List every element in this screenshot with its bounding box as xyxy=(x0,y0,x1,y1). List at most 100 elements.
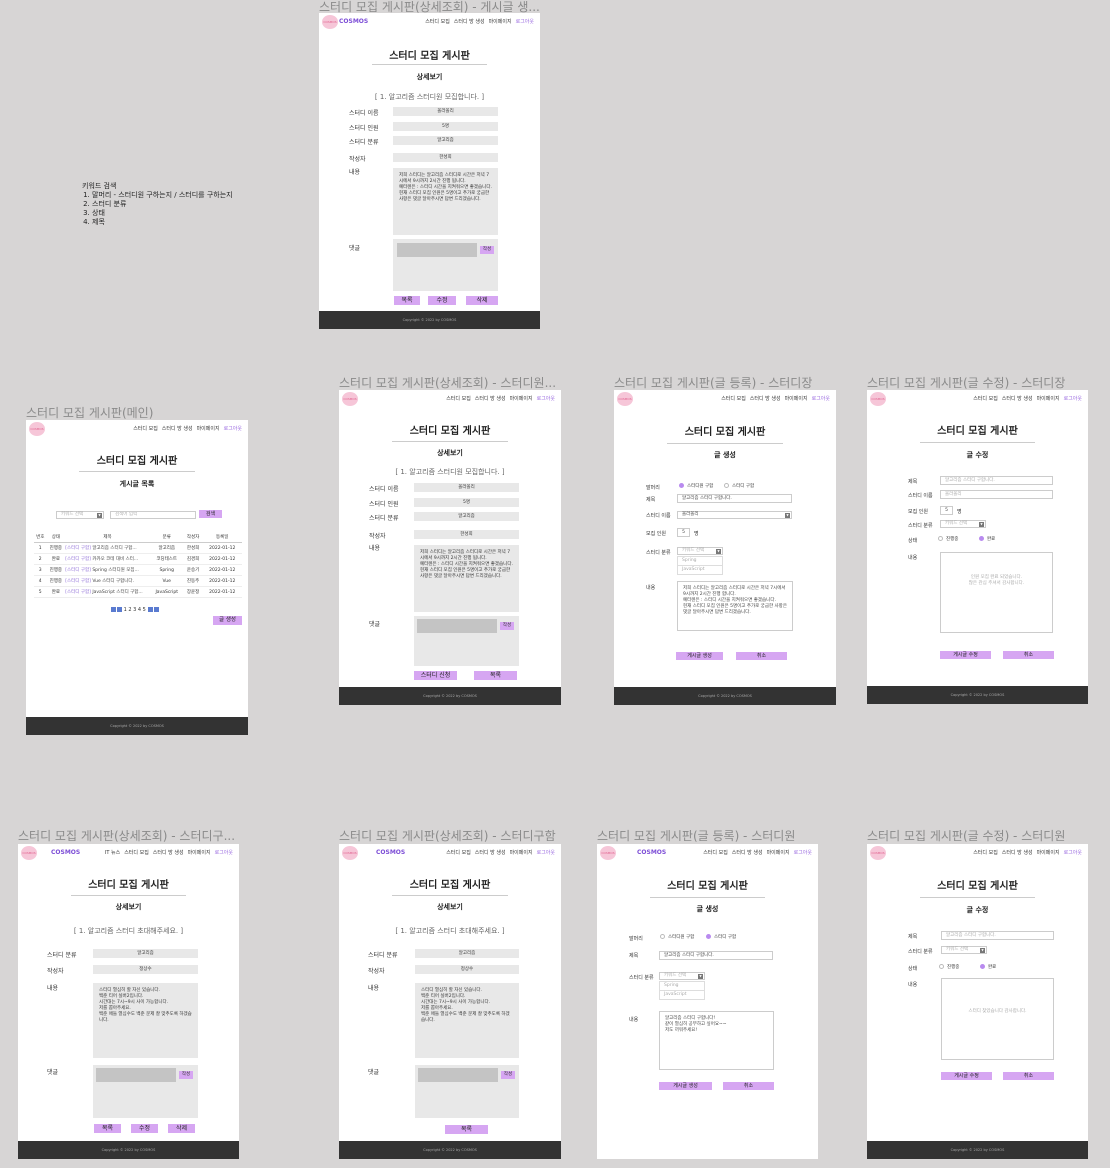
post-title-cell[interactable]: [스터디 구함] 알고리즘 스터디 구합... xyxy=(65,542,150,554)
content-textarea[interactable]: 저희 스터디는 알고리즘 스터디로 시간은 저녁 7시에서 9시까지 2시간 진… xyxy=(677,581,793,631)
search-input[interactable]: 검색어 입력 xyxy=(110,511,196,519)
radio-find-study[interactable]: 스터디 구함 xyxy=(706,934,736,940)
nav-create-room[interactable]: 스터디 방 생성 xyxy=(153,850,184,856)
post-title-cell[interactable]: [스터디 구함] JavaScript 스터디 구합... xyxy=(65,586,150,598)
category-select[interactable]: 키워드 선택 ▼ xyxy=(677,547,723,555)
table-row[interactable]: 2 완료 [스터디 구함] 카카오 코테 대비 스터... 코딩테스트 김경희 2022-… xyxy=(34,553,242,565)
post-title-cell[interactable]: [스터디 구함] Spring 스터디원 모집... xyxy=(65,564,150,576)
radio-find-study[interactable]: 스터디 구함 xyxy=(724,483,754,489)
post-title-cell[interactable]: [스터디 구함] Vue 스터디 구합니다. xyxy=(65,575,150,587)
comment-submit-button[interactable]: 작성 xyxy=(179,1071,193,1079)
search-button[interactable]: 검색 xyxy=(199,510,222,518)
nav-logout[interactable]: 로그아웃 xyxy=(794,850,812,856)
nav-create-room[interactable]: 스터디 방 생성 xyxy=(475,850,506,856)
nav-create-room[interactable]: 스터디 방 생성 xyxy=(475,396,506,402)
category-select[interactable]: 키워드 선택 ▼ xyxy=(659,972,705,980)
radio-complete[interactable]: 완료 xyxy=(979,536,995,542)
category-option[interactable]: JavaScript xyxy=(659,990,705,1000)
nav-logout[interactable]: 로그아웃 xyxy=(224,426,242,432)
delete-button[interactable]: 삭제 xyxy=(466,296,498,305)
study-name-input[interactable]: 올라올리 xyxy=(940,490,1053,499)
logo[interactable]: COSMOS xyxy=(21,846,37,860)
update-post-button[interactable]: 게시글 수정 xyxy=(941,1072,992,1080)
nav-mypage[interactable]: 마이페이지 xyxy=(1037,850,1060,856)
logo[interactable]: COSMOS xyxy=(870,392,886,406)
content-textarea[interactable]: 인원 모집 완료 되었습니다. 많은 관심 주셔서 감사합니다. xyxy=(940,552,1053,633)
title-input[interactable]: 알고리즘 스터디 구합니다. xyxy=(677,494,792,503)
study-name-select[interactable]: 올라올리 ▼ xyxy=(677,511,792,519)
recruit-input[interactable]: 5 xyxy=(940,506,953,515)
nav-mypage[interactable]: 마이페이지 xyxy=(510,396,533,402)
title-input[interactable]: 알고리즘 스터디 구합니다. xyxy=(659,951,773,960)
nav-it-news[interactable]: IT 뉴스 xyxy=(105,850,120,856)
comment-input[interactable] xyxy=(397,243,477,257)
nav-create-room[interactable]: 스터디 방 생성 xyxy=(750,396,781,402)
nav-mypage[interactable]: 마이페이지 xyxy=(767,850,790,856)
brand[interactable]: COSMOS xyxy=(376,849,405,856)
logo[interactable]: COSMOS xyxy=(342,846,358,860)
edit-button[interactable]: 수정 xyxy=(131,1124,158,1133)
nav-study[interactable]: 스터디 모집 xyxy=(124,850,149,856)
write-button[interactable]: 글 생성 xyxy=(213,616,242,625)
search-keyword-select[interactable]: 키워드 선택 ▼ xyxy=(56,511,104,519)
table-row[interactable]: 4 진행중 [스터디 구함] Vue 스터디 구합니다. Vue 진동주 2022-01-… xyxy=(34,575,242,587)
nav-mypage[interactable]: 마이페이지 xyxy=(188,850,211,856)
list-button[interactable]: 목록 xyxy=(445,1125,488,1134)
next-page-icon[interactable] xyxy=(147,607,153,612)
title-input[interactable]: 알고리즘 스터디 구합니다. xyxy=(941,931,1054,940)
nav-study[interactable]: 스터디 모집 xyxy=(425,19,450,25)
cancel-button[interactable]: 취소 xyxy=(1003,1072,1054,1080)
logo[interactable]: COSMOS xyxy=(870,846,886,860)
create-post-button[interactable]: 게시글 생성 xyxy=(659,1082,712,1090)
category-select[interactable]: 키워드 선택 ▼ xyxy=(941,946,987,954)
logo[interactable]: COSMOS xyxy=(29,422,45,436)
delete-button[interactable]: 삭제 xyxy=(168,1124,195,1133)
radio-recruit-members[interactable]: 스터디원 구함 xyxy=(679,483,713,489)
nav-create-room[interactable]: 스터디 방 생성 xyxy=(732,850,763,856)
brand[interactable]: COSMOS xyxy=(51,849,80,856)
nav-logout[interactable]: 로그아웃 xyxy=(215,850,233,856)
brand[interactable]: COSMOS xyxy=(637,849,666,856)
pagination[interactable]: 1 2 3 4 5 xyxy=(110,607,159,613)
radio-in-progress[interactable]: 진행중 xyxy=(938,536,958,542)
radio-complete[interactable]: 완료 xyxy=(980,964,996,970)
nav-create-room[interactable]: 스터디 방 생성 xyxy=(1002,396,1033,402)
cancel-button[interactable]: 취소 xyxy=(1003,651,1054,659)
nav-create-room[interactable]: 스터디 방 생성 xyxy=(1002,850,1033,856)
logo[interactable]: COSMOS xyxy=(600,846,616,860)
logo[interactable]: COSMOS xyxy=(617,392,633,406)
page-numbers[interactable]: 1 2 3 4 5 xyxy=(124,607,146,613)
last-page-icon[interactable] xyxy=(153,607,159,612)
logo[interactable]: COSMOS xyxy=(342,392,358,406)
nav-study[interactable]: 스터디 모집 xyxy=(973,396,998,402)
category-select[interactable]: 키워드 선택 ▼ xyxy=(940,520,986,528)
nav-study[interactable]: 스터디 모집 xyxy=(703,850,728,856)
update-post-button[interactable]: 게시글 수정 xyxy=(940,651,991,659)
nav-logout[interactable]: 로그아웃 xyxy=(1064,396,1082,402)
content-textarea[interactable]: 스터디 찾았습니다 감사합니다. xyxy=(941,978,1054,1060)
nav-mypage[interactable]: 마이페이지 xyxy=(785,396,808,402)
list-button[interactable]: 목록 xyxy=(394,296,420,305)
nav-mypage[interactable]: 마이페이지 xyxy=(489,19,512,25)
nav-logout[interactable]: 로그아웃 xyxy=(812,396,830,402)
comment-submit-button[interactable]: 작성 xyxy=(480,246,494,254)
nav-study[interactable]: 스터디 모집 xyxy=(446,850,471,856)
comment-input[interactable] xyxy=(417,619,497,633)
logo[interactable]: COSMOS xyxy=(322,15,338,29)
nav-create-room[interactable]: 스터디 방 생성 xyxy=(162,426,193,432)
nav-study[interactable]: 스터디 모집 xyxy=(721,396,746,402)
title-input[interactable]: 알고리즘 스터디 구합니다. xyxy=(940,476,1053,485)
cancel-button[interactable]: 취소 xyxy=(736,652,787,660)
nav-study[interactable]: 스터디 모집 xyxy=(133,426,158,432)
nav-logout[interactable]: 로그아웃 xyxy=(537,850,555,856)
content-textarea[interactable]: 알고리즘 스터디 구합니다! 같이 열심히 공부하고 싶어요~~ 저도 끼워주세… xyxy=(659,1011,774,1070)
prev-page-icon[interactable] xyxy=(116,607,122,612)
nav-logout[interactable]: 로그아웃 xyxy=(1064,850,1082,856)
brand[interactable]: COSMOS xyxy=(339,18,368,25)
nav-study[interactable]: 스터디 모집 xyxy=(446,396,471,402)
radio-in-progress[interactable]: 진행중 xyxy=(939,964,959,970)
nav-logout[interactable]: 로그아웃 xyxy=(516,19,534,25)
table-row[interactable]: 3 진행중 [스터디 구함] Spring 스터디원 모집... Spring 운승기 2… xyxy=(34,564,242,576)
comment-input[interactable] xyxy=(96,1068,176,1082)
post-title-cell[interactable]: [스터디 구함] 카카오 코테 대비 스터... xyxy=(65,553,150,565)
